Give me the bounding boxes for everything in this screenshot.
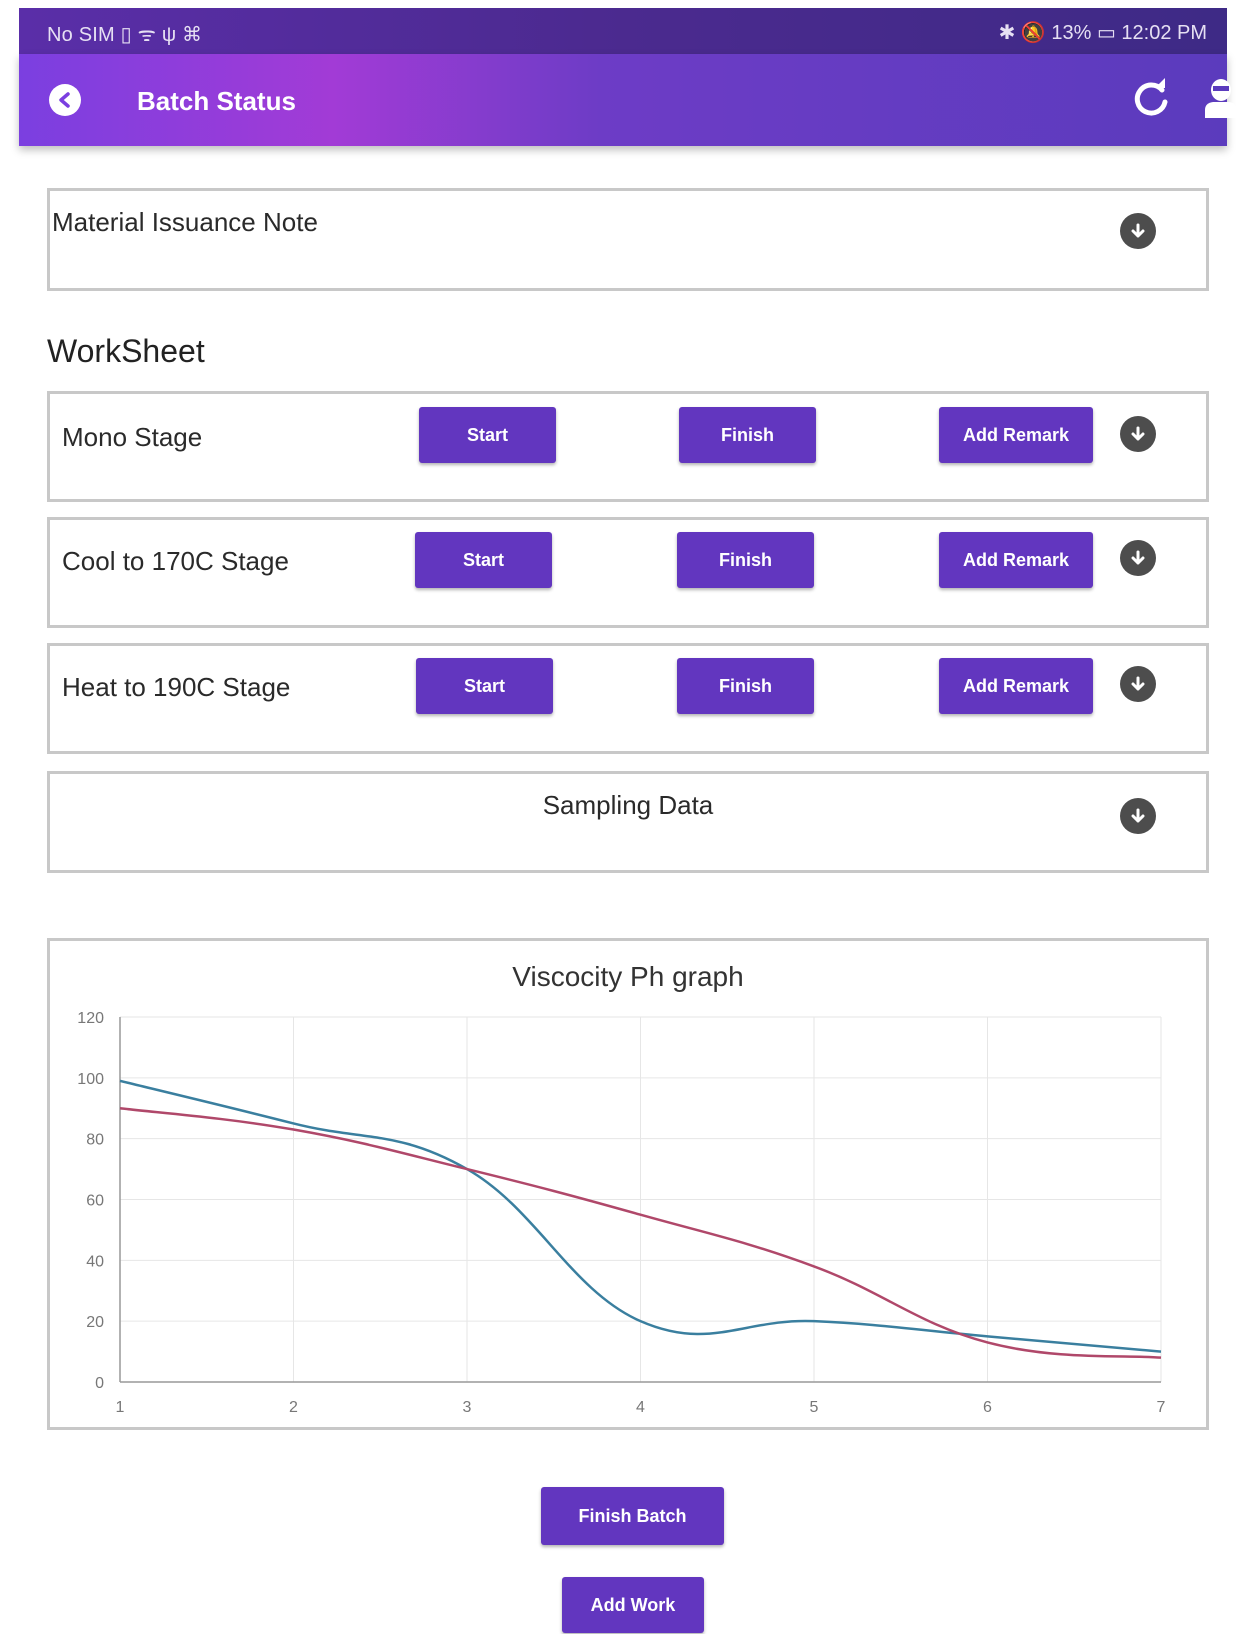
material-issuance-panel[interactable]: Material Issuance Note — [47, 188, 1209, 291]
page-title: Batch Status — [137, 86, 296, 116]
add-remark-button[interactable]: Add Remark — [939, 658, 1093, 714]
add-remark-button[interactable]: Add Remark — [939, 407, 1093, 463]
add-remark-button[interactable]: Add Remark — [939, 532, 1093, 588]
expand-down-icon[interactable] — [1120, 540, 1156, 576]
worksheet-heading: WorkSheet — [47, 333, 205, 369]
material-issuance-label: Material Issuance Note — [52, 207, 318, 237]
expand-down-icon[interactable] — [1120, 666, 1156, 702]
y-tick-label: 40 — [86, 1253, 104, 1270]
stage-name: Mono Stage — [62, 422, 203, 452]
viscocity-chart-card: Viscocity Ph graph 0 20 40 60 80 100 120 1 2 3 4 5 6… — [47, 938, 1209, 1430]
app-bar: Batch Status — [19, 54, 1237, 146]
finish-button[interactable]: Finish — [677, 532, 814, 588]
finish-button[interactable]: Finish — [677, 658, 814, 714]
x-tick-label: 6 — [983, 1399, 992, 1416]
expand-down-icon[interactable] — [1120, 213, 1156, 249]
stage-panel-heat: Heat to 190C Stage Start Finish Add Rema… — [47, 643, 1209, 754]
status-left-text: No SIM ▯ ᯤ ψ ⌘ — [47, 24, 203, 46]
x-tick-label: 7 — [1157, 1399, 1166, 1416]
status-bar: No SIM ▯ ᯤ ψ ⌘ ✱ 🔕 13% ▭ 12:02 PM — [19, 8, 1227, 54]
back-arrow-circle-icon[interactable] — [49, 84, 81, 116]
y-tick-label: 80 — [86, 1132, 104, 1149]
y-tick-label: 0 — [95, 1375, 104, 1392]
user-profile-icon[interactable] — [1201, 76, 1241, 120]
add-work-button[interactable]: Add Work — [562, 1577, 704, 1633]
viscocity-ph-chart: 0 20 40 60 80 100 120 1 2 3 4 5 6 7 — [77, 1010, 1166, 1416]
y-tick-label: 60 — [86, 1193, 104, 1210]
x-tick-label: 1 — [116, 1399, 125, 1416]
stage-panel-cool: Cool to 170C Stage Start Finish Add Rema… — [47, 517, 1209, 628]
start-button[interactable]: Start — [416, 658, 553, 714]
stage-name: Cool to 170C Stage — [62, 546, 289, 576]
x-tick-label: 5 — [810, 1399, 819, 1416]
sampling-data-panel[interactable]: Sampling Data — [47, 771, 1209, 873]
refresh-icon[interactable] — [1129, 76, 1173, 120]
expand-down-icon[interactable] — [1120, 798, 1156, 834]
y-tick-label: 20 — [86, 1314, 104, 1331]
start-button[interactable]: Start — [415, 532, 552, 588]
status-right-text: ✱ 🔕 13% ▭ 12:02 PM — [998, 22, 1207, 44]
finish-button[interactable]: Finish — [679, 407, 816, 463]
sampling-data-label: Sampling Data — [542, 790, 714, 820]
stage-name: Heat to 190C Stage — [62, 672, 291, 702]
expand-down-icon[interactable] — [1120, 416, 1156, 452]
x-tick-label: 2 — [289, 1399, 298, 1416]
stage-panel-mono: Mono Stage Start Finish Add Remark — [47, 391, 1209, 502]
finish-batch-button[interactable]: Finish Batch — [541, 1487, 724, 1545]
x-tick-label: 3 — [463, 1399, 472, 1416]
y-tick-label: 100 — [77, 1071, 104, 1088]
start-button[interactable]: Start — [419, 407, 556, 463]
x-tick-label: 4 — [636, 1399, 645, 1416]
y-tick-label: 120 — [77, 1010, 104, 1027]
